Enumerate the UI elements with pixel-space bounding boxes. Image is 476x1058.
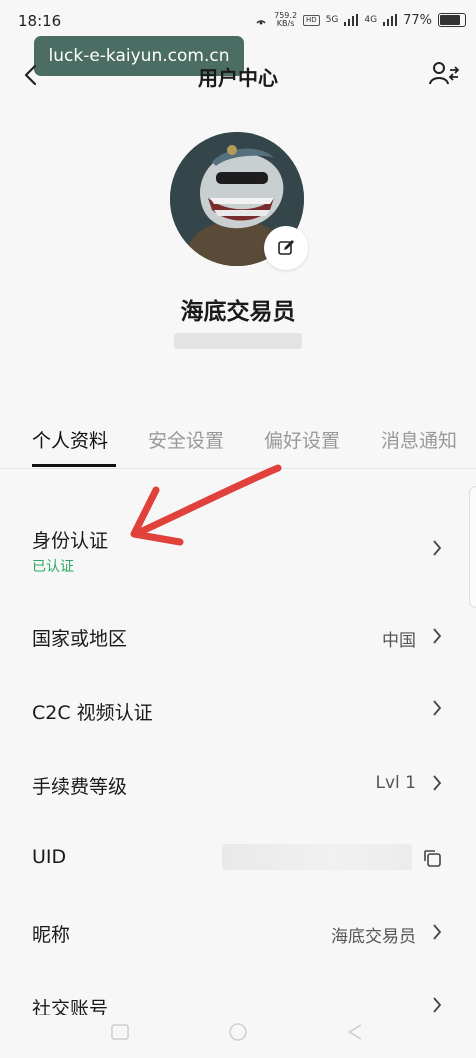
row-label: 国家或地区 [32,628,128,650]
chevron-right-icon [433,700,442,716]
profile-nickname: 海底交易员 [180,299,296,325]
tab-notifications[interactable]: 消息通知 [381,426,457,453]
tab-personal-info[interactable]: 个人资料 [32,426,108,453]
row-fee-level[interactable]: 手续费等级 Lvl 1 [0,766,476,826]
row-uid: UID [0,840,476,900]
battery-icon [438,13,466,27]
system-nav-bar [0,1015,476,1058]
speed-unit: KB/s [276,19,295,28]
nfc-icon [256,20,266,25]
row-social-accounts[interactable]: 社交账号 [0,988,476,1015]
back-nav-icon[interactable] [346,1023,364,1041]
masked-uid [222,844,412,870]
row-label: UID [32,846,67,868]
masked-account-info [174,333,302,349]
edit-icon [278,240,294,255]
battery-fill [440,15,461,25]
hd-chip: HD [303,14,320,26]
battery-percent: 77% [403,12,432,28]
row-value: Lvl 1 [375,773,416,793]
status-bar: 18:16 759.2 KB/s HD 5G 4G 77% [0,0,476,40]
row-label: 社交账号 [32,998,109,1015]
app-header: 用户中心 [0,48,476,100]
status-icons: 759.2 KB/s HD 5G 4G 77% [254,12,466,28]
recent-apps-icon[interactable] [110,1023,130,1041]
page-title: 用户中心 [198,66,278,90]
row-label: 身份认证 [32,530,109,552]
network-speed: 759.2 KB/s [274,12,297,28]
red-arrow-annotation [130,464,282,546]
chevron-right-icon [433,924,442,940]
network-4g: 4G [364,15,378,25]
copy-icon[interactable] [422,848,442,868]
row-value: 海底交易员 [331,927,416,947]
network-5g: 5G [325,15,339,25]
tab-preference-settings[interactable]: 偏好设置 [264,426,340,453]
clock: 18:16 [18,12,62,30]
row-label: 手续费等级 [32,776,128,798]
signal-icon-2 [383,14,398,26]
row-label: C2C 视频认证 [32,702,153,724]
chevron-right-icon [433,775,442,791]
home-icon[interactable] [228,1022,248,1042]
signal-icon [344,14,359,26]
row-country-region[interactable]: 国家或地区 中国 [0,618,476,678]
row-c2c-video-verification[interactable]: C2C 视频认证 [0,692,476,752]
active-tab-indicator [32,464,116,467]
tab-security-settings[interactable]: 安全设置 [148,426,224,453]
row-nickname[interactable]: 昵称 海底交易员 [0,914,476,974]
row-value: 中国 [382,631,416,651]
chevron-right-icon [433,628,442,644]
verified-status: 已认证 [32,559,74,575]
chevron-right-icon [433,997,442,1013]
edit-avatar-button[interactable] [264,226,308,270]
user-switch-icon[interactable] [428,60,460,88]
chevron-right-icon [433,540,442,556]
row-label: 昵称 [32,924,71,946]
